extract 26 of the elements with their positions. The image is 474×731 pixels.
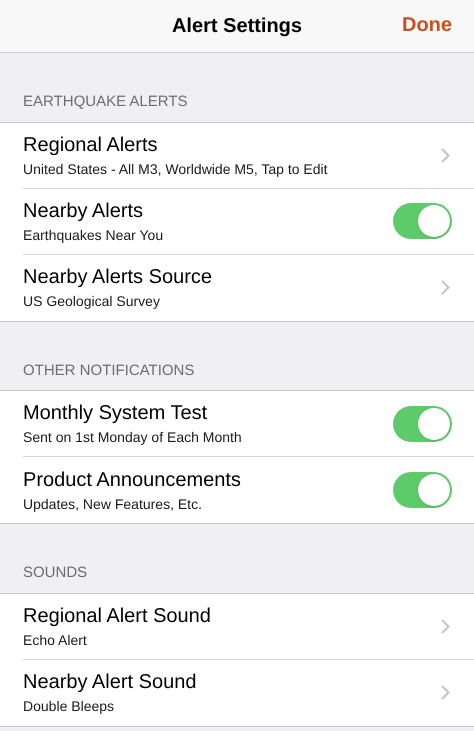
section-header: EARTHQUAKE ALERTS bbox=[22, 92, 189, 112]
row-subtitle: Updates, New Features, Etc. bbox=[23, 494, 203, 512]
done-button[interactable]: Done bbox=[402, 10, 452, 40]
section-header: OTHER NOTIFICATIONS bbox=[22, 360, 196, 380]
chevron-icon[interactable] bbox=[441, 148, 450, 162]
row-subtitle: Earthquakes Near You bbox=[23, 226, 164, 244]
row-title: Nearby Alerts Source bbox=[23, 265, 213, 289]
chevron-icon[interactable] bbox=[441, 685, 450, 700]
toggle-switch[interactable] bbox=[393, 203, 452, 239]
row-title: Product Announcements bbox=[23, 468, 242, 492]
section-header: SOUNDS bbox=[22, 563, 88, 583]
row-title: Regional Alerts bbox=[23, 132, 159, 156]
row-subtitle: Sent on 1st Monday of Each Month bbox=[23, 428, 243, 446]
chevron-icon[interactable] bbox=[441, 280, 450, 295]
row-subtitle: Echo Alert bbox=[23, 630, 88, 648]
row-subtitle: United States - All M3, Worldwide M5, Tap to Edit bbox=[23, 160, 329, 178]
row-title: Monthly System Test bbox=[23, 401, 208, 425]
row-title: Nearby Alerts bbox=[23, 198, 144, 222]
screen-title: Alert Settings bbox=[172, 14, 302, 39]
row-title: Regional Alert Sound bbox=[23, 604, 212, 628]
toggle-switch[interactable] bbox=[393, 406, 452, 442]
chevron-icon[interactable] bbox=[441, 618, 450, 634]
toggle-switch[interactable] bbox=[393, 472, 452, 508]
row-title: Nearby Alert Sound bbox=[23, 670, 198, 694]
row-subtitle: US Geological Survey bbox=[23, 292, 161, 310]
row-subtitle: Double Bleeps bbox=[23, 697, 116, 715]
